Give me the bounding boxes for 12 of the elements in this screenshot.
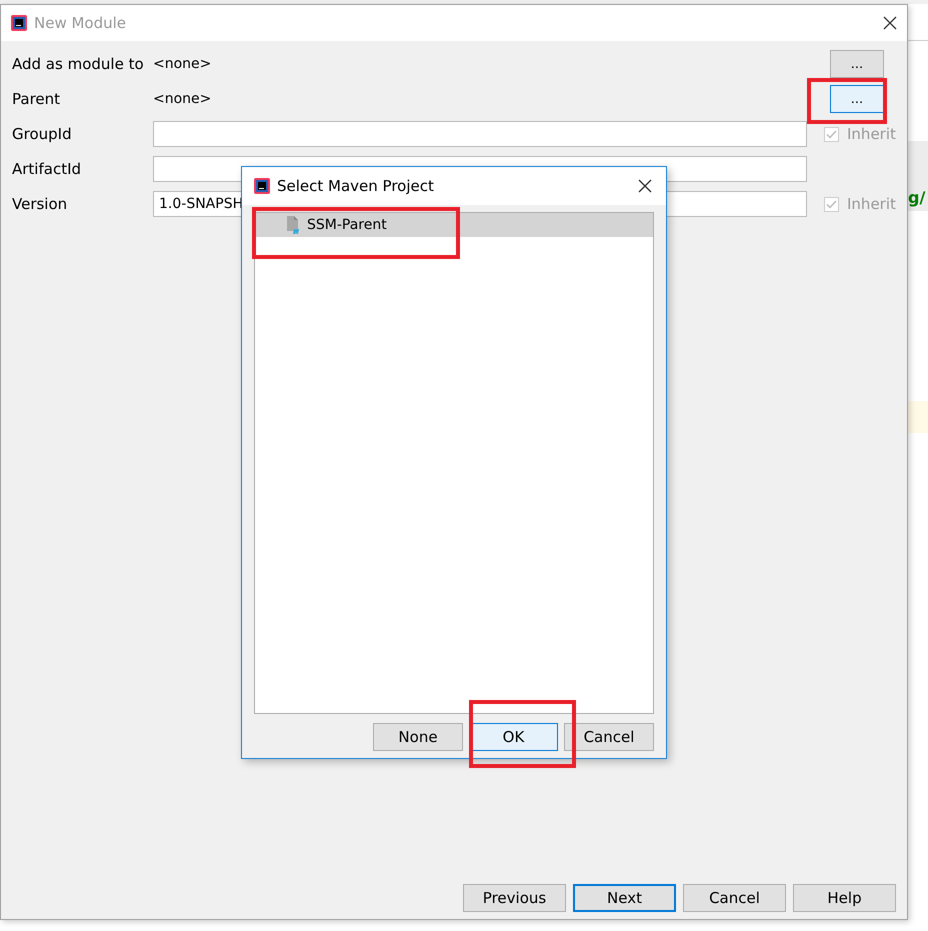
field-label: Version [12, 195, 68, 213]
field-value: <none> [153, 56, 212, 72]
inherit-label: Inherit [847, 195, 896, 213]
field-label: GroupId [12, 125, 73, 143]
field-label: Add as module to [12, 55, 145, 73]
window-title: New Module [34, 14, 128, 32]
dialog-title: Select Maven Project [277, 177, 435, 195]
field-value: <none> [153, 91, 212, 107]
field-label: Parent [12, 90, 62, 108]
field-label: ArtifactId [12, 160, 82, 178]
code-fragment: g/ [908, 188, 926, 207]
inherit-label: Inherit [847, 125, 896, 143]
